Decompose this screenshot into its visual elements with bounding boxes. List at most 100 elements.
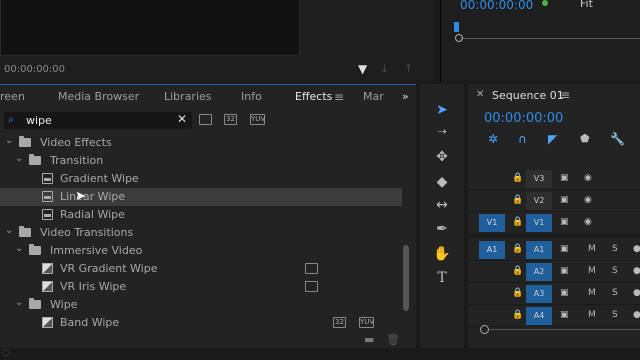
timeline-timecode[interactable]: 00:00:00:00 xyxy=(484,111,563,126)
source-patch-a1[interactable]: A1 xyxy=(479,241,505,259)
track-target-v1[interactable]: V1 xyxy=(526,214,552,232)
track-divider[interactable] xyxy=(468,235,640,238)
lock-icon[interactable]: 🔒 xyxy=(512,173,523,183)
trash-icon[interactable]: 🗑 xyxy=(386,333,400,346)
yuv-filter-icon[interactable]: YUV xyxy=(250,114,265,125)
zoom-scroll-track[interactable] xyxy=(490,329,640,330)
lock-icon[interactable]: 🔒 xyxy=(512,310,523,320)
zoom-scroll-handle[interactable] xyxy=(480,325,489,334)
add-marker-icon[interactable]: ⬟ xyxy=(580,132,590,145)
sync-lock-icon[interactable]: ▣ xyxy=(560,195,569,205)
zoom-fit-select[interactable]: Fit xyxy=(580,0,593,10)
32bit-filter-icon[interactable]: 32 xyxy=(224,114,237,125)
tree-item-transition[interactable]: ⌄ Transition xyxy=(0,152,402,170)
chevron-down-icon[interactable]: ⌄ xyxy=(5,225,13,236)
eye-icon[interactable]: ◉ xyxy=(584,217,592,227)
program-timecode[interactable]: 00:00:00:00 xyxy=(460,0,533,12)
solo-button[interactable]: S xyxy=(612,288,618,298)
sync-lock-icon[interactable]: ▣ xyxy=(560,173,569,183)
source-timecode[interactable]: 00:00:00:00 xyxy=(4,64,65,75)
lock-icon[interactable]: 🔒 xyxy=(512,288,523,298)
scrollbar-thumb[interactable] xyxy=(403,245,409,311)
tree-item-vr-iris-wipe[interactable]: VR Iris Wipe xyxy=(0,278,402,296)
eye-icon[interactable]: ◉ xyxy=(584,173,592,183)
tab-libraries[interactable]: Libraries xyxy=(164,90,212,103)
type-tool-icon[interactable]: T xyxy=(431,268,453,288)
tab-markers[interactable]: Mar xyxy=(363,90,384,103)
lock-icon[interactable]: 🔒 xyxy=(512,217,523,227)
chevron-down-icon[interactable]: ⌄ xyxy=(15,243,23,254)
lock-icon[interactable]: 🔒 xyxy=(512,266,523,276)
track-target-a1[interactable]: A1 xyxy=(526,241,552,259)
selection-tool-icon[interactable]: ➤ xyxy=(431,100,453,120)
wrench-icon[interactable]: 🔧 xyxy=(610,132,625,146)
clear-search-icon[interactable]: ✕ xyxy=(177,112,187,126)
track-target-a3[interactable]: A3 xyxy=(526,285,552,303)
accelerated-effects-filter-icon[interactable] xyxy=(199,114,212,125)
hand-tool-icon[interactable]: ✋ xyxy=(431,244,453,264)
overwrite-icon[interactable]: ⤒ xyxy=(406,62,411,76)
tree-item-band-wipe[interactable]: Band Wipe 32 YUV xyxy=(0,314,402,332)
tree-item-wipe[interactable]: ⌄ Wipe xyxy=(0,296,402,314)
mute-button[interactable]: M xyxy=(588,288,596,298)
double-chevron-right-icon[interactable]: » xyxy=(402,90,409,103)
search-input[interactable]: wipe xyxy=(26,114,52,127)
track-target-a2[interactable]: A2 xyxy=(526,263,552,281)
tab-program-screen[interactable]: reen xyxy=(0,90,25,103)
filter-icon[interactable]: ▼ xyxy=(358,62,367,76)
new-bin-icon[interactable]: ▬ xyxy=(364,333,374,346)
sequence-title[interactable]: Sequence 01 xyxy=(492,89,564,102)
tree-item-vr-gradient-wipe[interactable]: VR Gradient Wipe xyxy=(0,260,402,278)
razor-tool-icon[interactable]: ◆ xyxy=(431,172,453,192)
mic-icon[interactable]: ● xyxy=(633,288,640,298)
scrub-start-handle[interactable] xyxy=(455,34,463,42)
solo-button[interactable]: S xyxy=(612,310,618,320)
tree-item-radial-wipe[interactable]: Radial Wipe xyxy=(0,206,402,224)
tree-item-gradient-wipe[interactable]: Gradient Wipe xyxy=(0,170,402,188)
sync-lock-icon[interactable]: ▣ xyxy=(560,288,569,298)
mute-button[interactable]: M xyxy=(588,244,596,254)
track-target-a4[interactable]: A4 xyxy=(526,307,552,325)
sync-lock-icon[interactable]: ▣ xyxy=(560,266,569,276)
effects-scrollbar[interactable] xyxy=(402,157,410,317)
tab-media-browser[interactable]: Media Browser xyxy=(58,90,139,103)
tab-effects[interactable]: Effects xyxy=(295,90,332,103)
sync-lock-icon[interactable]: ▣ xyxy=(560,217,569,227)
lock-icon[interactable]: 🔒 xyxy=(512,244,523,254)
effects-search-field[interactable]: ⌕ wipe ✕ xyxy=(4,112,192,129)
mute-button[interactable]: M xyxy=(588,266,596,276)
insert-icon[interactable]: ⤓ xyxy=(382,62,387,76)
source-patch-v1[interactable]: V1 xyxy=(479,214,505,232)
track-target-v3[interactable]: V3 xyxy=(526,170,552,188)
program-timeline-bar[interactable] xyxy=(454,20,640,42)
eye-icon[interactable]: ◉ xyxy=(584,195,592,205)
ripple-edit-tool-icon[interactable]: ✥ xyxy=(431,147,453,167)
track-target-v2[interactable]: V2 xyxy=(526,192,552,210)
tab-info[interactable]: Info xyxy=(241,90,262,103)
close-icon[interactable]: ✕ xyxy=(476,89,484,100)
chevron-down-icon[interactable]: ⌄ xyxy=(5,135,13,146)
mic-icon[interactable]: ● xyxy=(633,310,640,320)
solo-button[interactable]: S xyxy=(612,266,618,276)
mic-icon[interactable]: ● xyxy=(633,244,640,254)
chevron-down-icon[interactable]: ⌄ xyxy=(15,297,23,308)
nest-icon[interactable]: ✲ xyxy=(488,132,498,146)
mute-button[interactable]: M xyxy=(588,310,596,320)
linked-selection-icon[interactable]: ◤ xyxy=(548,132,557,146)
track-select-tool-icon[interactable]: ⇢ xyxy=(431,122,453,142)
sync-lock-icon[interactable]: ▣ xyxy=(560,310,569,320)
mic-icon[interactable]: ● xyxy=(633,266,640,276)
playhead-icon[interactable] xyxy=(454,22,459,32)
hamburger-icon[interactable]: ≡ xyxy=(334,90,344,104)
hamburger-icon[interactable]: ≡ xyxy=(560,88,570,102)
pen-tool-icon[interactable]: ✒ xyxy=(431,219,453,239)
tree-item-immersive-video[interactable]: ⌄ Immersive Video xyxy=(0,242,402,260)
tree-item-video-transitions[interactable]: ⌄ Video Transitions xyxy=(0,224,402,242)
slip-tool-icon[interactable]: ↔ xyxy=(431,195,453,215)
tree-item-linear-wipe[interactable]: Linear Wipe ➤ xyxy=(0,188,402,206)
chevron-down-icon[interactable]: ⌄ xyxy=(15,153,23,164)
snap-icon[interactable]: ∩ xyxy=(518,132,527,146)
scrub-track[interactable] xyxy=(460,38,640,39)
sync-lock-icon[interactable]: ▣ xyxy=(560,244,569,254)
tree-item-video-effects[interactable]: ⌄ Video Effects xyxy=(0,134,402,152)
